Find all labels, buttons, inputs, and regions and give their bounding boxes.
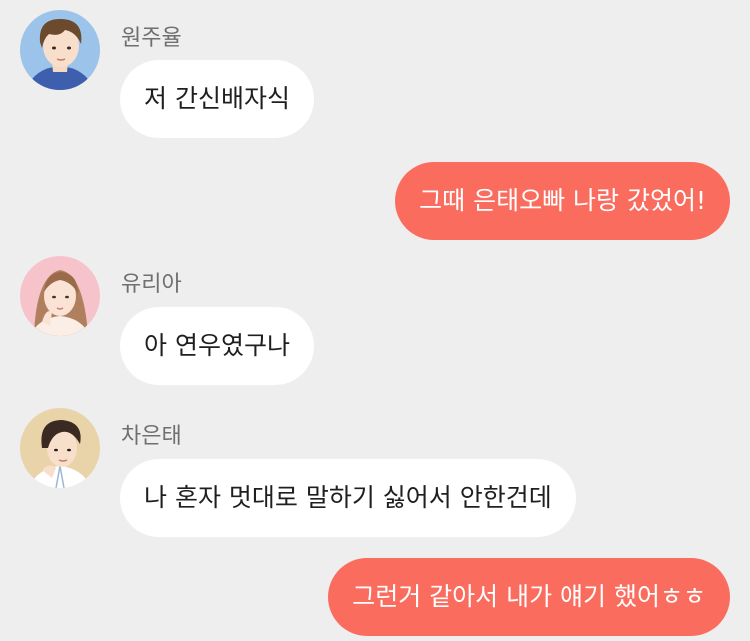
girl-pink-avatar-icon[interactable] (20, 256, 100, 336)
sender-name: 유리아 (121, 272, 182, 297)
incoming-message-bubble[interactable]: 저 간신배자식 (120, 60, 314, 138)
outgoing-message-bubble[interactable]: 그런거 같아서 내가 얘기 했어ㅎㅎ (328, 558, 730, 636)
boy-tan-avatar-icon[interactable] (20, 408, 100, 488)
sender-name: 원주율 (121, 26, 182, 51)
incoming-message-bubble[interactable]: 나 혼자 멋대로 말하기 싫어서 안한건데 (120, 459, 576, 537)
boy-blue-avatar-icon[interactable] (20, 10, 100, 90)
outgoing-message-bubble[interactable]: 그때 은태오빠 나랑 갔었어! (395, 162, 730, 240)
incoming-message-bubble[interactable]: 아 연우였구나 (120, 307, 314, 385)
sender-name: 차은태 (121, 424, 182, 449)
